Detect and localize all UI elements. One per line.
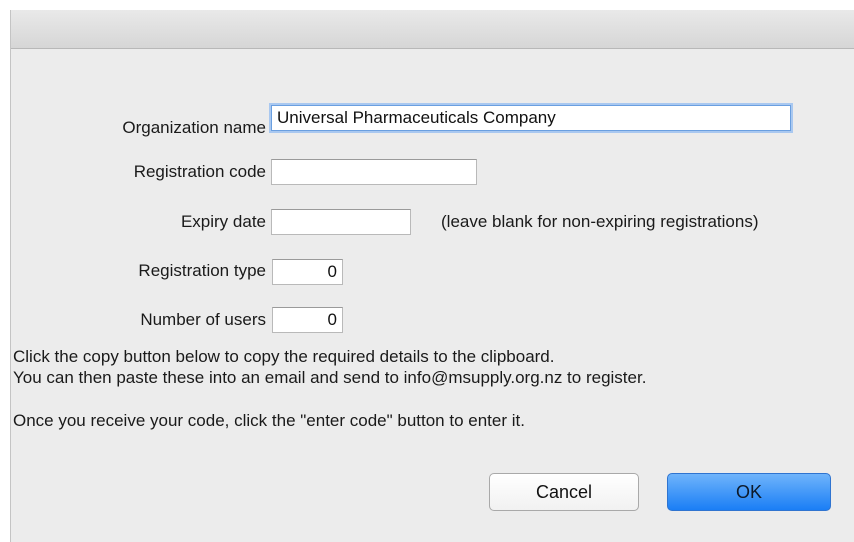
- ok-button[interactable]: OK: [667, 473, 831, 511]
- window-titlebar[interactable]: [11, 10, 854, 49]
- registration-code-field[interactable]: [271, 159, 477, 185]
- number-of-users-label: Number of users: [140, 310, 266, 329]
- instruction-line-2: You can then paste these into an email a…: [13, 368, 647, 387]
- registration-type-label: Registration type: [138, 261, 266, 280]
- registration-dialog: Organization name Registration code Expi…: [10, 10, 854, 542]
- organization-name-field[interactable]: [271, 105, 791, 131]
- organization-name-label: Organization name: [122, 118, 266, 137]
- cancel-button[interactable]: Cancel: [489, 473, 639, 511]
- expiry-date-label: Expiry date: [180, 212, 266, 231]
- instruction-line-1: Click the copy button below to copy the …: [13, 347, 555, 366]
- number-of-users-field[interactable]: [272, 307, 343, 333]
- instruction-line-3: Once you receive your code, click the "e…: [13, 411, 525, 430]
- expiry-date-field[interactable]: [271, 209, 411, 235]
- expiry-date-hint: (leave blank for non-expiring registrati…: [441, 212, 759, 231]
- registration-type-field[interactable]: [272, 259, 343, 285]
- registration-code-label: Registration code: [133, 162, 266, 181]
